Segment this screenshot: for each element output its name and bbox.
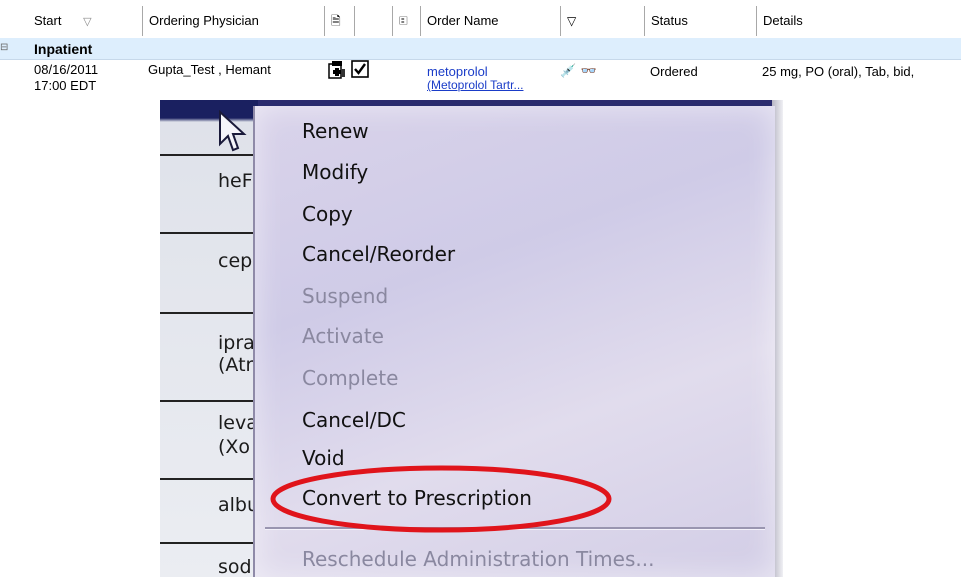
order-comment-icon: 🗎 — [331, 14, 341, 28]
order-start-time: 17:00 EDT — [34, 78, 97, 93]
column-header-note[interactable]: 🗉 — [392, 6, 420, 36]
menu-item-cancel-dc[interactable]: Cancel/DC — [302, 408, 406, 432]
row-divider — [160, 542, 260, 544]
menu-item-activate: Activate — [302, 324, 384, 348]
pharmacy-verify-icon: 💉 — [560, 63, 577, 78]
column-header-start[interactable]: Start ▽ — [28, 6, 142, 36]
collapse-toggle-icon[interactable]: ⊟ — [0, 42, 10, 54]
column-header-comment[interactable]: 🗎 — [324, 6, 354, 36]
column-header-label: Order Name — [427, 13, 499, 28]
medication-order-icon[interactable] — [327, 60, 347, 80]
order-status: Ordered — [650, 64, 698, 79]
column-header-order-name[interactable]: Order Name — [420, 6, 560, 36]
sort-triangle-icon: ▽ — [83, 16, 92, 28]
background-row-text: (Atr — [218, 354, 254, 376]
column-header-status[interactable]: Status — [644, 6, 756, 36]
filter-icon: ▽ — [567, 14, 577, 28]
menu-item-cancel-reorder[interactable]: Cancel/Reorder — [302, 242, 455, 266]
column-header-label: Ordering Physician — [149, 13, 259, 28]
menu-item-reschedule-administration-times: Reschedule Administration Times... — [302, 547, 655, 571]
order-details: 25 mg, PO (oral), Tab, bid, — [762, 64, 915, 79]
column-header-label: Details — [763, 13, 803, 28]
mouse-cursor-icon — [218, 109, 248, 154]
background-row-text: sod — [218, 556, 252, 577]
group-row-inpatient[interactable] — [0, 38, 961, 60]
row-divider — [160, 478, 260, 480]
background-row-text: (Xo — [218, 436, 251, 458]
group-label: Inpatient — [34, 41, 93, 57]
menu-item-modify[interactable]: Modify — [302, 160, 368, 184]
checkbox-checked-icon[interactable] — [351, 60, 369, 78]
menu-item-renew[interactable]: Renew — [302, 119, 369, 143]
highlight-ellipse-annotation — [268, 464, 614, 534]
column-header-label: Status — [651, 13, 688, 28]
order-start-date: 08/16/2011 — [34, 62, 99, 77]
row-divider — [160, 400, 260, 402]
menu-item-copy[interactable]: Copy — [302, 202, 353, 226]
menu-item-suspend: Suspend — [302, 284, 389, 308]
background-row-text: ipra — [218, 332, 255, 354]
note-icon: 🗉 — [399, 14, 408, 28]
column-header-filter[interactable]: ▽ — [560, 6, 644, 36]
column-header-label: Start — [34, 13, 62, 28]
order-name-link[interactable]: metoprolol — [427, 64, 488, 79]
row-divider — [160, 232, 260, 234]
order-status-icons: 💉 👓 — [560, 62, 600, 80]
row-divider — [160, 154, 260, 156]
background-row-text: heF — [218, 170, 253, 192]
background-row-text: leva — [218, 412, 258, 434]
column-header-details[interactable]: Details — [756, 6, 961, 36]
order-grid-header: Start ▽ Ordering Physician 🗎 🗉 Order Nam… — [0, 0, 961, 39]
background-row-text: cep — [218, 250, 253, 272]
order-name-link-detail[interactable]: (Metoprolol Tartr... — [427, 78, 523, 93]
column-header-blank[interactable] — [354, 6, 392, 36]
glasses-review-icon: 👓 — [580, 63, 597, 78]
menu-item-complete: Complete — [302, 366, 399, 390]
row-divider — [160, 312, 260, 314]
order-physician: Gupta_Test , Hemant — [148, 62, 271, 77]
column-header-ordering-physician[interactable]: Ordering Physician — [142, 6, 324, 36]
